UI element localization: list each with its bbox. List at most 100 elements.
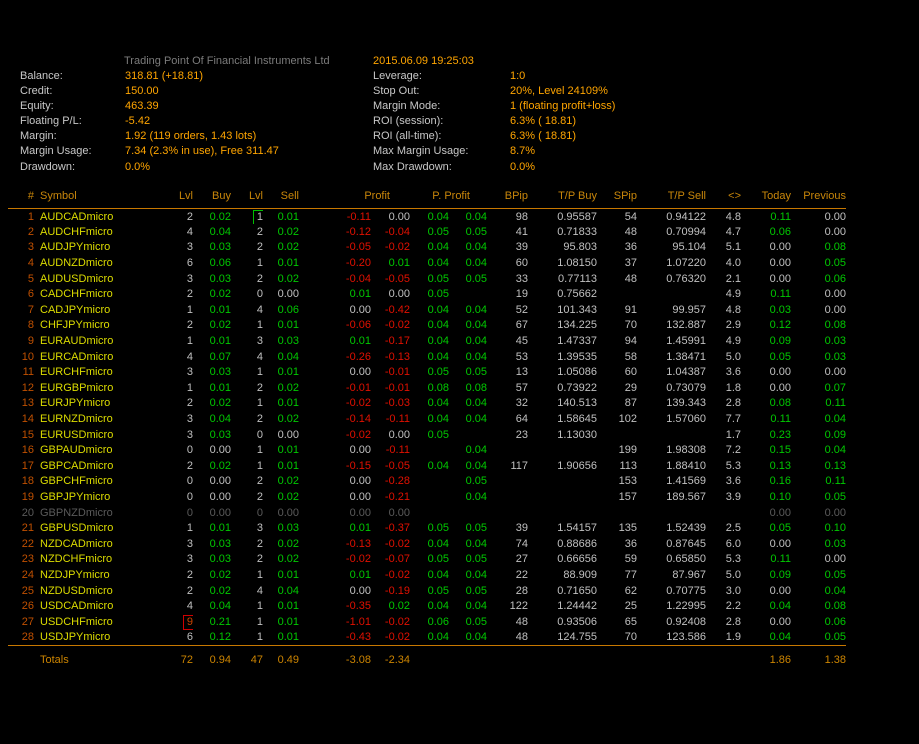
tp-buy-cell: 0.93506 (528, 614, 597, 630)
tp-sell-cell: 1.41569 (637, 474, 706, 490)
buy-lots-cell: 0.01 (193, 302, 231, 318)
info-value: 6.3% ( 18.81) (510, 115, 576, 127)
bpip-cell: 67 (487, 318, 528, 334)
broker-title: Trading Point Of Financial Instruments L… (124, 55, 330, 67)
profit-buy-cell: 0.01 (299, 333, 371, 349)
spip-cell (597, 505, 637, 521)
tp-buy-cell: 1.08150 (528, 255, 597, 271)
sell-lvl-cell: 2 (231, 552, 263, 568)
previous-cell: 0.04 (791, 411, 846, 427)
bpip-cell: 74 (487, 536, 528, 552)
p-profit-buy-cell: 0.05 (410, 286, 449, 302)
table-row: 5AUDUSDmicro30.0320.02-0.04-0.050.050.05… (8, 271, 846, 287)
buy-lvl-cell: 3 (160, 240, 193, 256)
previous-cell: 0.05 (791, 630, 846, 646)
tp-buy-cell: 0.75662 (528, 286, 597, 302)
table-header: # Symbol Lvl Buy Lvl Sell Profit P. Prof… (8, 190, 846, 209)
profit-sell-cell: -0.07 (371, 552, 410, 568)
buy-lots-cell: 0.00 (193, 474, 231, 490)
symbol-cell: AUDJPYmicro (34, 240, 160, 256)
profit-buy-cell: -0.12 (299, 224, 371, 240)
spip-cell: 48 (597, 271, 637, 287)
bpip-cell: 48 (487, 614, 528, 630)
info-label: ROI (session): (373, 115, 443, 127)
info-label: Max Margin Usage: (373, 145, 468, 157)
spip-cell: 37 (597, 255, 637, 271)
spip-cell: 58 (597, 349, 637, 365)
p-profit-buy-cell: 0.04 (410, 240, 449, 256)
tp-sell-cell: 0.70775 (637, 583, 706, 599)
buy-lots-cell: 0.02 (193, 209, 231, 225)
bpip-cell: 52 (487, 302, 528, 318)
p-profit-buy-cell: 0.04 (410, 411, 449, 427)
bpip-cell: 19 (487, 286, 528, 302)
profit-sell-cell: -0.11 (371, 411, 410, 427)
totals-buy-lots-cell: 0.94 (193, 645, 231, 666)
spread-cell: 4.9 (706, 286, 741, 302)
sell-lots-cell: 0.01 (263, 442, 299, 458)
p-profit-sell-cell: 0.04 (449, 333, 487, 349)
buy-lvl-cell: 2 (160, 396, 193, 412)
red-highlight-box: 9 (183, 615, 193, 630)
row-number: 10 (8, 349, 34, 365)
previous-cell: 0.11 (791, 474, 846, 490)
previous-cell: 0.05 (791, 567, 846, 583)
p-profit-sell-cell: 0.05 (449, 224, 487, 240)
spread-cell: 4.9 (706, 333, 741, 349)
p-profit-buy-cell (410, 505, 449, 521)
row-number: 26 (8, 598, 34, 614)
row-number: 21 (8, 520, 34, 536)
totals-row-number (8, 645, 34, 666)
info-value: 1:0 (510, 70, 525, 82)
info-value: 6.3% ( 18.81) (510, 130, 576, 142)
p-profit-sell-cell: 0.04 (449, 630, 487, 646)
today-cell: 0.04 (741, 630, 791, 646)
profit-sell-cell: -0.28 (371, 474, 410, 490)
buy-lots-cell: 0.02 (193, 567, 231, 583)
tp-sell-cell: 0.87645 (637, 536, 706, 552)
today-cell: 0.06 (741, 224, 791, 240)
p-profit-sell-cell: 0.05 (449, 552, 487, 568)
info-value: 8.7% (510, 145, 535, 157)
row-number: 22 (8, 536, 34, 552)
buy-lvl-cell: 2 (160, 209, 193, 225)
p-profit-sell-cell: 0.05 (449, 474, 487, 490)
spip-cell: 60 (597, 364, 637, 380)
profit-buy-cell: -0.13 (299, 536, 371, 552)
buy-lots-cell: 0.21 (193, 614, 231, 630)
tp-buy-cell: 0.71650 (528, 583, 597, 599)
today-cell: 0.15 (741, 442, 791, 458)
info-value: 0.0% (510, 161, 535, 173)
spip-cell: 199 (597, 442, 637, 458)
profit-buy-cell: -0.06 (299, 318, 371, 334)
tp-buy-cell (528, 489, 597, 505)
buy-lvl-cell: 0 (160, 505, 193, 521)
info-label: Credit: (20, 85, 52, 97)
symbol-cell: EURGBPmicro (34, 380, 160, 396)
symbol-cell: NZDCADmicro (34, 536, 160, 552)
tp-sell-cell: 132.887 (637, 318, 706, 334)
sell-lots-cell: 0.02 (263, 474, 299, 490)
tp-sell-cell: 1.04387 (637, 364, 706, 380)
today-cell: 0.00 (741, 364, 791, 380)
tp-buy-cell: 1.54157 (528, 520, 597, 536)
buy-lots-cell: 0.03 (193, 364, 231, 380)
profit-sell-cell: 0.01 (371, 255, 410, 271)
spip-cell: 54 (597, 209, 637, 225)
buy-lots-cell: 0.12 (193, 630, 231, 646)
buy-lots-cell: 0.02 (193, 583, 231, 599)
sell-lots-cell: 0.02 (263, 552, 299, 568)
table-row: 20GBPNZDmicro00.0000.000.000.000.000.00 (8, 505, 846, 521)
profit-sell-cell: -0.21 (371, 489, 410, 505)
tp-buy-cell: 0.95587 (528, 209, 597, 225)
spip-cell: 113 (597, 458, 637, 474)
p-profit-sell-cell: 0.04 (449, 240, 487, 256)
p-profit-buy-cell (410, 489, 449, 505)
spread-cell: 2.1 (706, 271, 741, 287)
tp-buy-cell: 0.73922 (528, 380, 597, 396)
buy-lots-cell: 0.04 (193, 598, 231, 614)
today-cell: 0.05 (741, 520, 791, 536)
sell-lvl-cell: 1 (231, 614, 263, 630)
tp-buy-cell: 101.343 (528, 302, 597, 318)
col-buy-lvl: Lvl (160, 190, 193, 209)
